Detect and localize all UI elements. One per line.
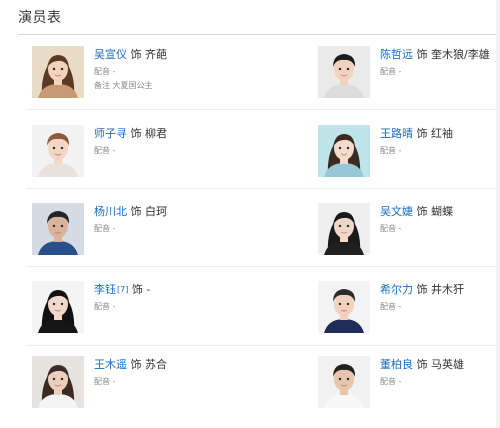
cast-info: 师子寻 饰 柳君配音 -: [94, 127, 234, 157]
note-text: 备注 大夏国公主: [94, 81, 153, 90]
cast-member-card: 师子寻 饰 柳君配音 -: [32, 125, 232, 185]
actor-photo[interactable]: [32, 281, 84, 333]
voice-actor-text: 配音 -: [94, 67, 116, 76]
actor-photo[interactable]: [318, 356, 370, 408]
actor-name-link[interactable]: 师子寻: [94, 127, 127, 140]
title-divider: [18, 34, 496, 35]
role-name: 井木犴: [431, 283, 464, 296]
cast-info: 希尔力 饰 井木犴配音 -: [380, 283, 500, 313]
plays-label: 饰: [413, 48, 431, 61]
voice-actor-text: 配音 -: [94, 377, 116, 386]
actor-photo[interactable]: [318, 46, 370, 98]
role-name: 马英雄: [431, 358, 464, 371]
cast-line: 董柏良 饰 马英雄: [380, 358, 500, 372]
cast-line: 希尔力 饰 井木犴: [380, 283, 500, 297]
actor-photo[interactable]: [32, 356, 84, 408]
row-divider: [26, 266, 496, 267]
row-divider: [26, 188, 496, 189]
actor-name-link[interactable]: 王木遥: [94, 358, 127, 371]
cast-member-card: 吴宣仪 饰 齐葩配音 - 备注 大夏国公主: [32, 46, 232, 106]
actor-photo[interactable]: [318, 203, 370, 255]
actor-photo[interactable]: [318, 281, 370, 333]
cast-member-card: 希尔力 饰 井木犴配音 -: [318, 281, 500, 341]
cast-member-card: 杨川北 饰 白珂配音 -: [32, 203, 232, 263]
cast-info: 吴文婕 饰 蝴蝶配音 -: [380, 205, 500, 235]
plays-label: 饰: [127, 48, 145, 61]
actor-name-link[interactable]: 吴文婕: [380, 205, 413, 218]
cast-member-card: 吴文婕 饰 蝴蝶配音 -: [318, 203, 500, 263]
page-edge: [496, 0, 500, 428]
role-name: 奎木狼/李雄: [431, 48, 490, 61]
headshot-image: [318, 46, 370, 98]
role-name: 苏合: [145, 358, 167, 371]
headshot-image: [32, 356, 84, 408]
cast-line: 李钰[7] 饰 -: [94, 283, 234, 297]
actor-photo[interactable]: [318, 125, 370, 177]
cast-info: 王木遥 饰 苏合配音 -: [94, 358, 234, 388]
role-name: 蝴蝶: [431, 205, 453, 218]
cast-line: 师子寻 饰 柳君: [94, 127, 234, 141]
role-name: 红袖: [431, 127, 453, 140]
role-name: 齐葩: [145, 48, 167, 61]
cast-info: 吴宣仪 饰 齐葩配音 - 备注 大夏国公主: [94, 48, 234, 92]
plays-label: 饰: [127, 358, 145, 371]
actor-photo[interactable]: [32, 46, 84, 98]
cast-line: 吴文婕 饰 蝴蝶: [380, 205, 500, 219]
actor-name-link[interactable]: 董柏良: [380, 358, 413, 371]
headshot-image: [318, 356, 370, 408]
cast-line: 王路晴 饰 红袖: [380, 127, 500, 141]
headshot-image: [318, 203, 370, 255]
cast-member-card: 王木遥 饰 苏合配音 -: [32, 356, 232, 416]
headshot-image: [318, 281, 370, 333]
voice-actor-text: 配音 -: [94, 146, 116, 155]
headshot-image: [32, 46, 84, 98]
section-title: 演员表: [18, 10, 62, 26]
actor-name-link[interactable]: 陈哲远: [380, 48, 413, 61]
headshot-image: [32, 203, 84, 255]
plays-label: 饰: [413, 205, 431, 218]
cast-member-card: 王路晴 饰 红袖配音 -: [318, 125, 500, 185]
headshot-image: [32, 281, 84, 333]
voice-actor-text: 配音 -: [94, 302, 116, 311]
plays-label: 饰: [413, 127, 431, 140]
cast-member-card: 董柏良 饰 马英雄配音 -: [318, 356, 500, 416]
actor-photo[interactable]: [32, 125, 84, 177]
cast-info: 李钰[7] 饰 - 配音 -: [94, 283, 234, 313]
voice-actor-text: 配音 -: [380, 67, 402, 76]
voice-actor-text: 配音 -: [380, 302, 402, 311]
actor-photo[interactable]: [32, 203, 84, 255]
cast-info: 陈哲远 饰 奎木狼/李雄配音 -: [380, 48, 500, 78]
actor-name-link[interactable]: 王路晴: [380, 127, 413, 140]
actor-name-link[interactable]: 李钰: [94, 283, 116, 296]
plays-label: 饰: [413, 283, 431, 296]
voice-actor-text: 配音 -: [380, 377, 402, 386]
role-name: 柳君: [145, 127, 167, 140]
headshot-image: [318, 125, 370, 177]
cast-line: 王木遥 饰 苏合: [94, 358, 234, 372]
citation-link[interactable]: [7]: [117, 285, 128, 294]
row-divider: [26, 109, 496, 110]
headshot-image: [32, 125, 84, 177]
actor-name-link[interactable]: 吴宣仪: [94, 48, 127, 61]
cast-info: 王路晴 饰 红袖配音 -: [380, 127, 500, 157]
actor-name-link[interactable]: 杨川北: [94, 205, 127, 218]
cast-line: 陈哲远 饰 奎木狼/李雄: [380, 48, 500, 62]
actor-name-link[interactable]: 希尔力: [380, 283, 413, 296]
cast-info: 董柏良 饰 马英雄配音 -: [380, 358, 500, 388]
cast-info: 杨川北 饰 白珂配音 -: [94, 205, 234, 235]
role-name: -: [146, 283, 151, 296]
plays-label: 饰: [413, 358, 431, 371]
voice-actor-text: 配音 -: [380, 224, 402, 233]
plays-label: 饰: [127, 205, 145, 218]
plays-label: 饰: [127, 127, 145, 140]
cast-line: 杨川北 饰 白珂: [94, 205, 234, 219]
voice-actor-text: 配音 -: [380, 146, 402, 155]
cast-line: 吴宣仪 饰 齐葩: [94, 48, 234, 62]
voice-actor-text: 配音 -: [94, 224, 116, 233]
role-name: 白珂: [145, 205, 167, 218]
cast-member-card: 李钰[7] 饰 - 配音 -: [32, 281, 232, 341]
plays-label: 饰: [128, 283, 147, 296]
row-divider: [26, 345, 496, 346]
cast-member-card: 陈哲远 饰 奎木狼/李雄配音 -: [318, 46, 500, 106]
